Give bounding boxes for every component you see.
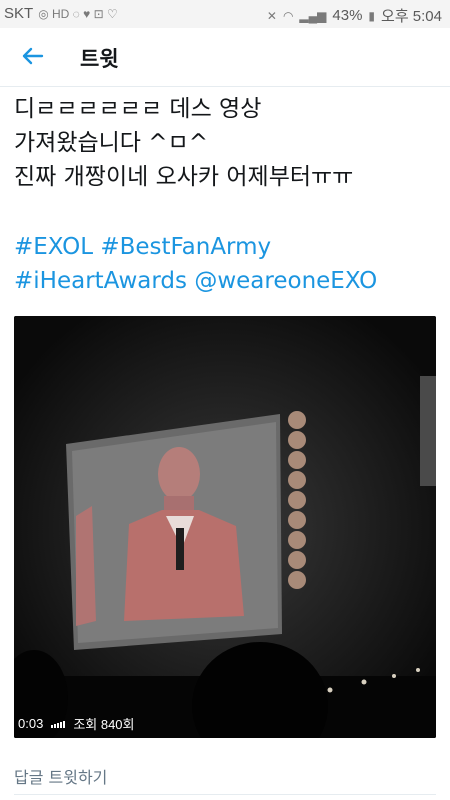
tweet-text-line: 가져왔습니다 ^ㅁ^ — [14, 130, 208, 156]
hashtag-link[interactable]: #iHeartAwards — [14, 268, 187, 294]
reply-tweet-button[interactable]: 답글 트윗하기 — [14, 764, 107, 788]
video-frame — [14, 316, 436, 738]
view-count: 조회 840회 — [73, 717, 135, 732]
status-left: SKT ◎ HD ◌ ♥ ⊡ ♡ — [4, 5, 118, 22]
tweet-text-line: 진짜 개짱이네 오사카 어제부터ㅠㅠ — [14, 164, 354, 190]
hashtag-link[interactable]: #EXOL — [14, 234, 93, 260]
carrier-label: SKT — [4, 5, 34, 22]
clock: 오후 5:04 — [381, 8, 442, 25]
signal-bars-icon: ▂▄▆ — [299, 8, 327, 23]
notification-icons: ◎ HD ◌ ♥ ⊡ ♡ — [38, 6, 118, 21]
mention-link[interactable]: @weareoneEXO — [194, 268, 377, 294]
battery-level: 43% — [332, 7, 363, 24]
tweet-text-line: 디ㄹㄹㄹㄹㄹㄹ 데스 영상 — [14, 96, 262, 122]
video-duration: 0:03 — [18, 716, 44, 731]
volume-bars-icon — [51, 720, 66, 728]
divider — [14, 794, 436, 795]
video-info-overlay: 0:03 조회 840회 — [18, 714, 135, 733]
status-bar: SKT ◎ HD ◌ ♥ ⊡ ♡ ✕ ◠ ▂▄▆ 43% ▮ 오후 5:04 — [0, 0, 450, 28]
app-bar: 트윗 — [0, 28, 450, 87]
hashtags: #EXOL #BestFanArmy #iHeartAwards @weareo… — [14, 230, 444, 298]
video-player[interactable] — [14, 316, 436, 738]
battery-icon: ▮ — [368, 8, 376, 23]
wifi-icon: ◠ — [282, 8, 294, 23]
mute-icon: ✕ — [266, 8, 277, 23]
tweet-text: 디ㄹㄹㄹㄹㄹㄹ 데스 영상 가져왔습니다 ^ㅁ^ 진짜 개짱이네 오사카 어제부… — [14, 92, 444, 194]
page-title: 트윗 — [80, 47, 119, 71]
back-button[interactable] — [20, 41, 48, 71]
hashtag-link[interactable]: #BestFanArmy — [100, 234, 271, 260]
status-right: ✕ ◠ ▂▄▆ 43% ▮ 오후 5:04 — [267, 5, 442, 26]
back-arrow-icon — [22, 47, 44, 65]
